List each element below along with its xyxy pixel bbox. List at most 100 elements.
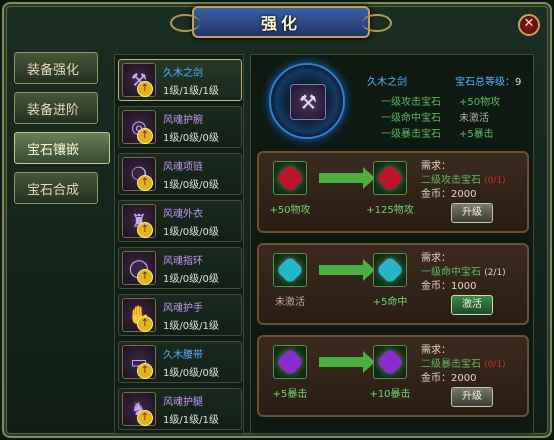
upgrade-arrow-icon: ↑ [137, 410, 153, 426]
enhance-window: 强化 ✕ 装备强化 装备进阶 宝石镶嵌 宝石合成 ⚒ ↑ 久木之剑 1级/1级/1级 ◎… [2, 2, 552, 438]
tab-gem-compose[interactable]: 宝石合成 [14, 172, 98, 204]
current-gem-caption: +5暴击 [272, 389, 308, 400]
equipment-item[interactable]: ⚒ ↑ 久木之剑 1级/1级/1级 [118, 59, 242, 101]
title-ornament-right [362, 14, 392, 32]
gem-upgrade-card: +50物攻 +125物攻 需求： 二级攻击宝石 (0/1) 金币：2000 升级 [257, 151, 529, 233]
requirement-gold: 金币：2000 [421, 189, 477, 200]
equipment-icon: ◎ ↑ [122, 110, 156, 144]
upgrade-arrow-icon: ↑ [137, 316, 153, 332]
hammer-icon: ⚒ [290, 84, 326, 120]
equipment-icon: ⚒ ↑ [122, 63, 156, 97]
tab-equip-advance[interactable]: 装备进阶 [14, 92, 98, 124]
equipment-item[interactable]: ✋ ↑ 风魂护手 1级/0级/1级 [118, 294, 242, 336]
close-button[interactable]: ✕ [518, 14, 540, 36]
window-title: 强化 [260, 14, 301, 33]
gem-total-value: 9 [515, 77, 522, 88]
equipment-gem-levels: 1级/1级/1级 [163, 86, 219, 97]
gem-slot-value: +50物攻 [459, 97, 501, 108]
gem-panel: ⚒ 久木之剑 宝石总等级：9 一级攻击宝石 +50物攻 一级命中宝石 未激活 一… [250, 54, 534, 434]
next-gem-caption: +125物攻 [366, 205, 414, 216]
weapon-rune-circle: ⚒ [269, 63, 345, 139]
equipment-icon: ◯ ↑ [122, 251, 156, 285]
next-gem-caption: +10暴击 [369, 389, 411, 400]
upgrade-button[interactable]: 升级 [451, 203, 493, 223]
equipment-name: 久木腰带 [163, 350, 203, 361]
requirement-gold: 金币：1000 [421, 281, 477, 292]
current-gem-caption: 未激活 [275, 297, 305, 308]
equipment-gem-levels: 1级/0级/0级 [163, 133, 219, 144]
gem-slot-value: +5暴击 [459, 129, 494, 140]
gem-slot-value: 未激活 [459, 113, 489, 124]
current-gem-slot [273, 345, 307, 379]
requirement-title: 需求： [421, 161, 451, 172]
upgrade-arrow-icon: ↑ [137, 81, 153, 97]
gem-icon [375, 347, 405, 377]
requirement-count: (0/1) [484, 176, 506, 186]
upgrade-arrow-icon: ↑ [137, 175, 153, 191]
equipment-icon: ✋ ↑ [122, 298, 156, 332]
gem-icon [275, 347, 305, 377]
upgrade-arrow-icon: ↑ [137, 128, 153, 144]
equipment-icon: ❍ ↑ [122, 157, 156, 191]
gem-icon [375, 163, 405, 193]
equipment-item[interactable]: ❍ ↑ 风魂项链 1级/0级/0级 [118, 153, 242, 195]
next-gem-slot [373, 345, 407, 379]
equipment-name: 风魂护手 [163, 303, 203, 314]
upgrade-arrow [319, 167, 375, 189]
gem-total-label: 宝石总等级： [455, 77, 515, 88]
equipment-item[interactable]: ▭ ↑ 久木腰带 1级/0级/0级 [118, 341, 242, 383]
requirement-count: (0/1) [484, 360, 506, 370]
equipment-list: ⚒ ↑ 久木之剑 1级/1级/1级 ◎ ↑ 风魂护腕 1级/0级/0级 ❍ ↑ 风魂项链 1级/0级/… [114, 54, 244, 434]
equipment-icon: ▭ ↑ [122, 345, 156, 379]
gem-icon [275, 255, 305, 285]
upgrade-arrow-icon: ↑ [137, 269, 153, 285]
equipment-gem-levels: 1级/0级/0级 [163, 274, 219, 285]
equipment-gem-levels: 1级/0级/0级 [163, 180, 219, 191]
equipment-item[interactable]: ♞ ↑ 风魂护腿 1级/1级/1级 [118, 388, 242, 430]
weapon-name: 久木之剑 [367, 77, 407, 88]
upgrade-arrow [319, 351, 375, 373]
equipment-icon: ♜ ↑ [122, 204, 156, 238]
equipment-gem-levels: 1级/0级/0级 [163, 368, 219, 379]
upgrade-button[interactable]: 升级 [451, 387, 493, 407]
equipment-name: 风魂项链 [163, 162, 203, 173]
gem-slot-label: 一级暴击宝石 [381, 129, 441, 140]
next-gem-slot [373, 253, 407, 287]
next-gem-slot [373, 161, 407, 195]
title-ornament-left [170, 14, 200, 32]
equipment-item[interactable]: ♜ ↑ 风魂外衣 1级/0级/0级 [118, 200, 242, 242]
current-gem-caption: +50物攻 [269, 205, 311, 216]
equipment-item[interactable]: ◎ ↑ 风魂护腕 1级/0级/0级 [118, 106, 242, 148]
equipment-icon: ♞ ↑ [122, 392, 156, 426]
weapon-summary: ⚒ 久木之剑 宝石总等级：9 一级攻击宝石 +50物攻 一级命中宝石 未激活 一… [255, 59, 531, 145]
upgrade-arrow-icon: ↑ [137, 363, 153, 379]
gem-icon [275, 163, 305, 193]
requirement-gem: 二级攻击宝石 (0/1) [421, 171, 506, 186]
requirement-count: (2/1) [484, 268, 506, 278]
equipment-gem-levels: 1级/1级/1级 [163, 415, 219, 426]
requirement-gold: 金币：2000 [421, 373, 477, 384]
title-plate: 强化 [170, 6, 392, 38]
equipment-item[interactable]: ◯ ↑ 风魂指环 1级/0级/0级 [118, 247, 242, 289]
tab-equip-enhance[interactable]: 装备强化 [14, 52, 98, 84]
requirement-title: 需求： [421, 253, 451, 264]
equipment-name: 风魂护腿 [163, 397, 203, 408]
activate-button[interactable]: 激活 [451, 295, 493, 315]
upgrade-arrow-icon: ↑ [137, 222, 153, 238]
gem-slot-label: 一级命中宝石 [381, 113, 441, 124]
equipment-gem-levels: 1级/0级/1级 [163, 321, 219, 332]
side-tabs: 装备强化 装备进阶 宝石镶嵌 宝石合成 [14, 52, 110, 212]
gem-total-level: 宝石总等级：9 [455, 73, 521, 88]
current-gem-slot [273, 253, 307, 287]
gem-upgrade-card: +5暴击 +10暴击 需求： 二级暴击宝石 (0/1) 金币：2000 升级 [257, 335, 529, 417]
equipment-name: 风魂指环 [163, 256, 203, 267]
gem-upgrade-card: 未激活 +5命中 需求： 一级命中宝石 (2/1) 金币：1000 激活 [257, 243, 529, 325]
equipment-gem-levels: 1级/0级/0级 [163, 227, 219, 238]
gem-slot-label: 一级攻击宝石 [381, 97, 441, 108]
equipment-name: 风魂护腕 [163, 115, 203, 126]
equipment-name: 久木之剑 [163, 68, 203, 79]
requirement-title: 需求： [421, 345, 451, 356]
equipment-name: 风魂外衣 [163, 209, 203, 220]
requirement-gem: 一级命中宝石 (2/1) [421, 263, 506, 278]
tab-gem-inlay[interactable]: 宝石镶嵌 [14, 132, 110, 164]
